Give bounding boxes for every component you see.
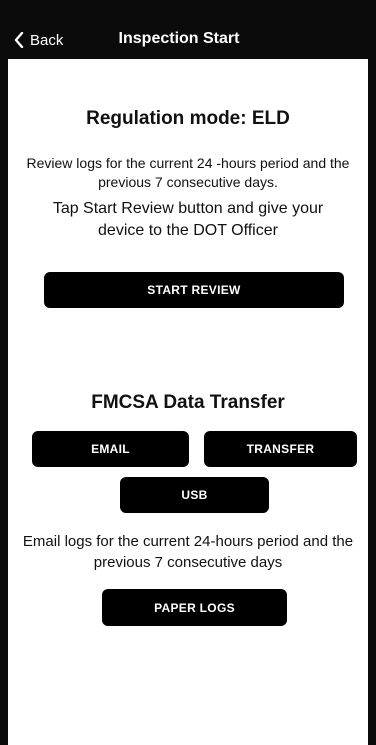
transfer-button[interactable]: TRANSFER <box>204 431 357 467</box>
app-screen: Back Inspection Start Regulation mode: E… <box>0 0 376 745</box>
navigation-bar: Back Inspection Start <box>0 0 376 59</box>
usb-button[interactable]: USB <box>120 477 269 513</box>
inspection-content: Regulation mode: ELD Review logs for the… <box>8 59 368 745</box>
transfer-description: Email logs for the current 24-hours peri… <box>22 533 354 571</box>
data-transfer-title: FMCSA Data Transfer <box>91 392 285 413</box>
email-button[interactable]: EMAIL <box>32 431 189 467</box>
review-description: Review logs for the current 24 -hours pe… <box>26 155 350 190</box>
regulation-mode-title: Regulation mode: ELD <box>86 108 290 129</box>
start-review-button[interactable]: START REVIEW <box>44 272 344 308</box>
page-title: Inspection Start <box>118 30 240 47</box>
review-instruction: Tap Start Review button and give your de… <box>52 200 324 239</box>
paper-logs-button[interactable]: PAPER LOGS <box>102 589 287 626</box>
